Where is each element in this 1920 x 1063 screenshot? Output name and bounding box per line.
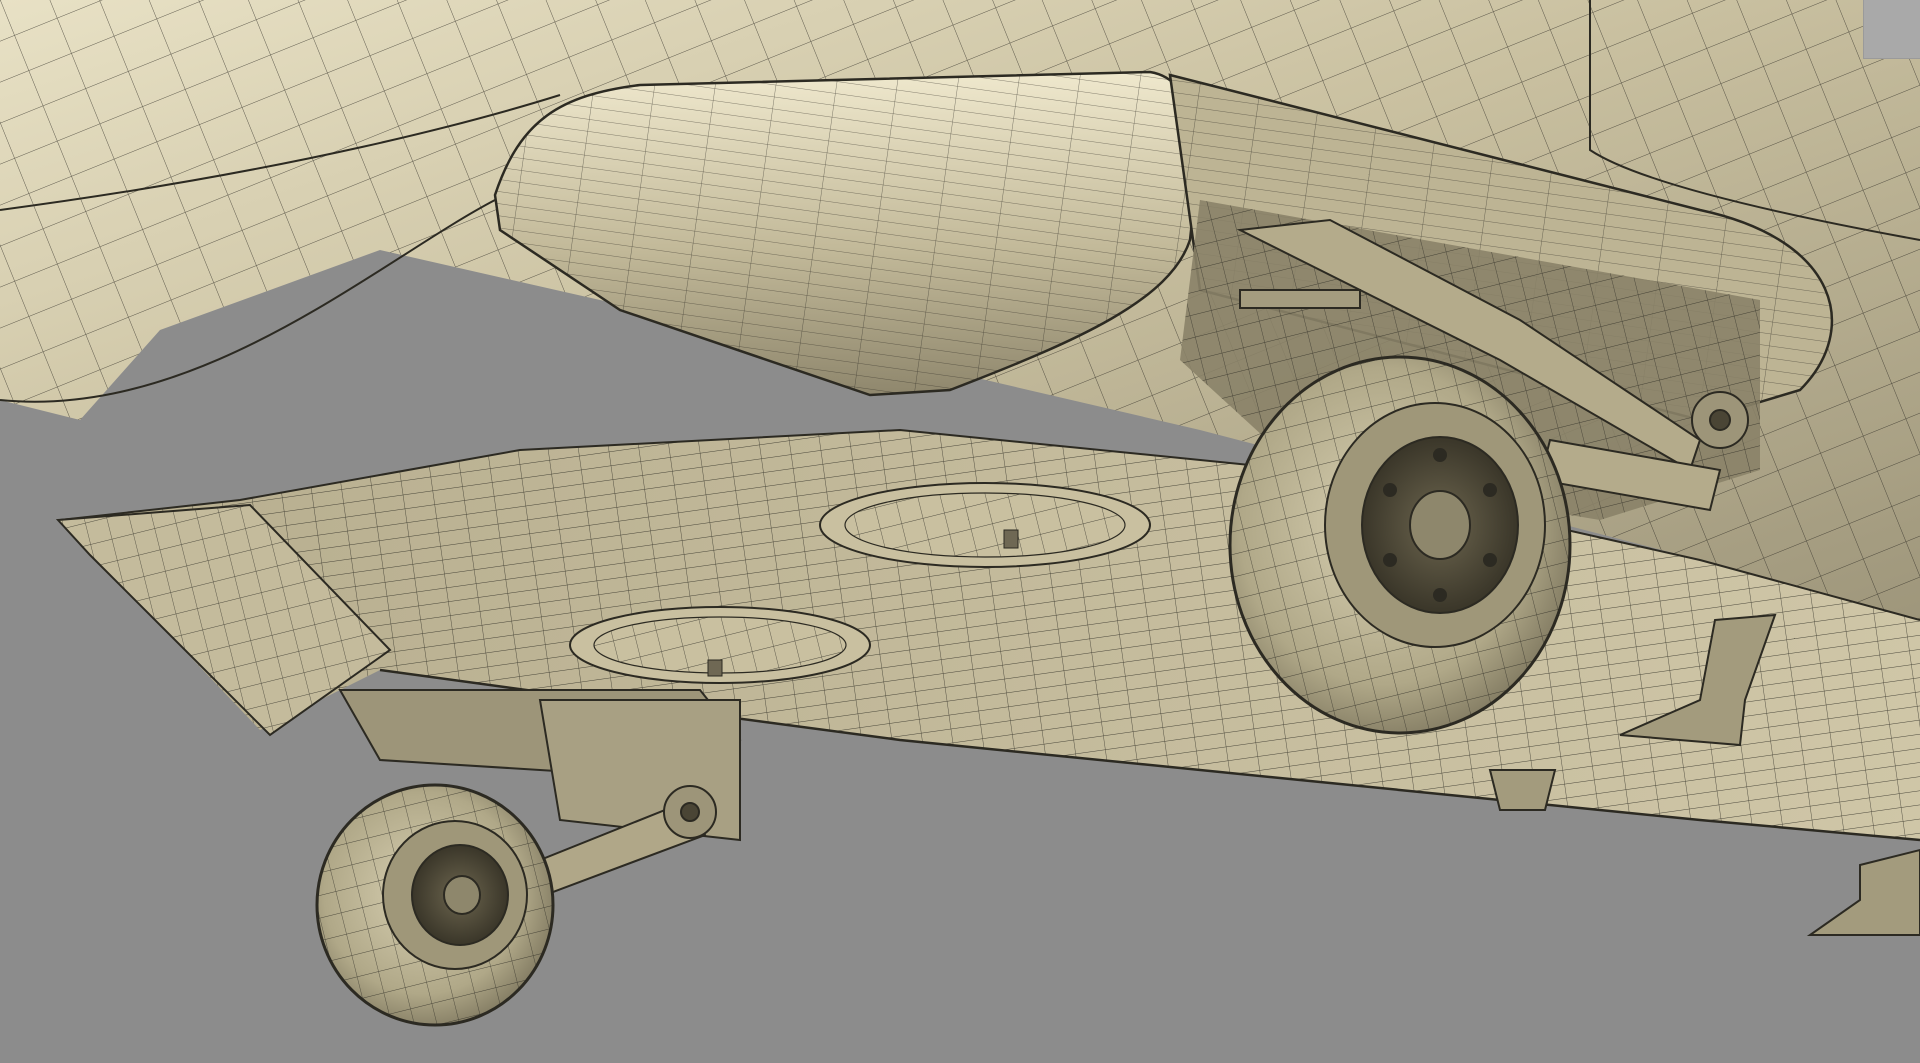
- viewport-corner-panel: [1863, 0, 1920, 59]
- aircraft-wireframe-render: [0, 0, 1920, 1063]
- access-panel: [569, 606, 871, 684]
- nose-wheel: [315, 783, 555, 1027]
- access-panel: [819, 482, 1151, 568]
- 3d-viewport[interactable]: [0, 0, 1920, 1063]
- main-wheel: [1228, 355, 1572, 735]
